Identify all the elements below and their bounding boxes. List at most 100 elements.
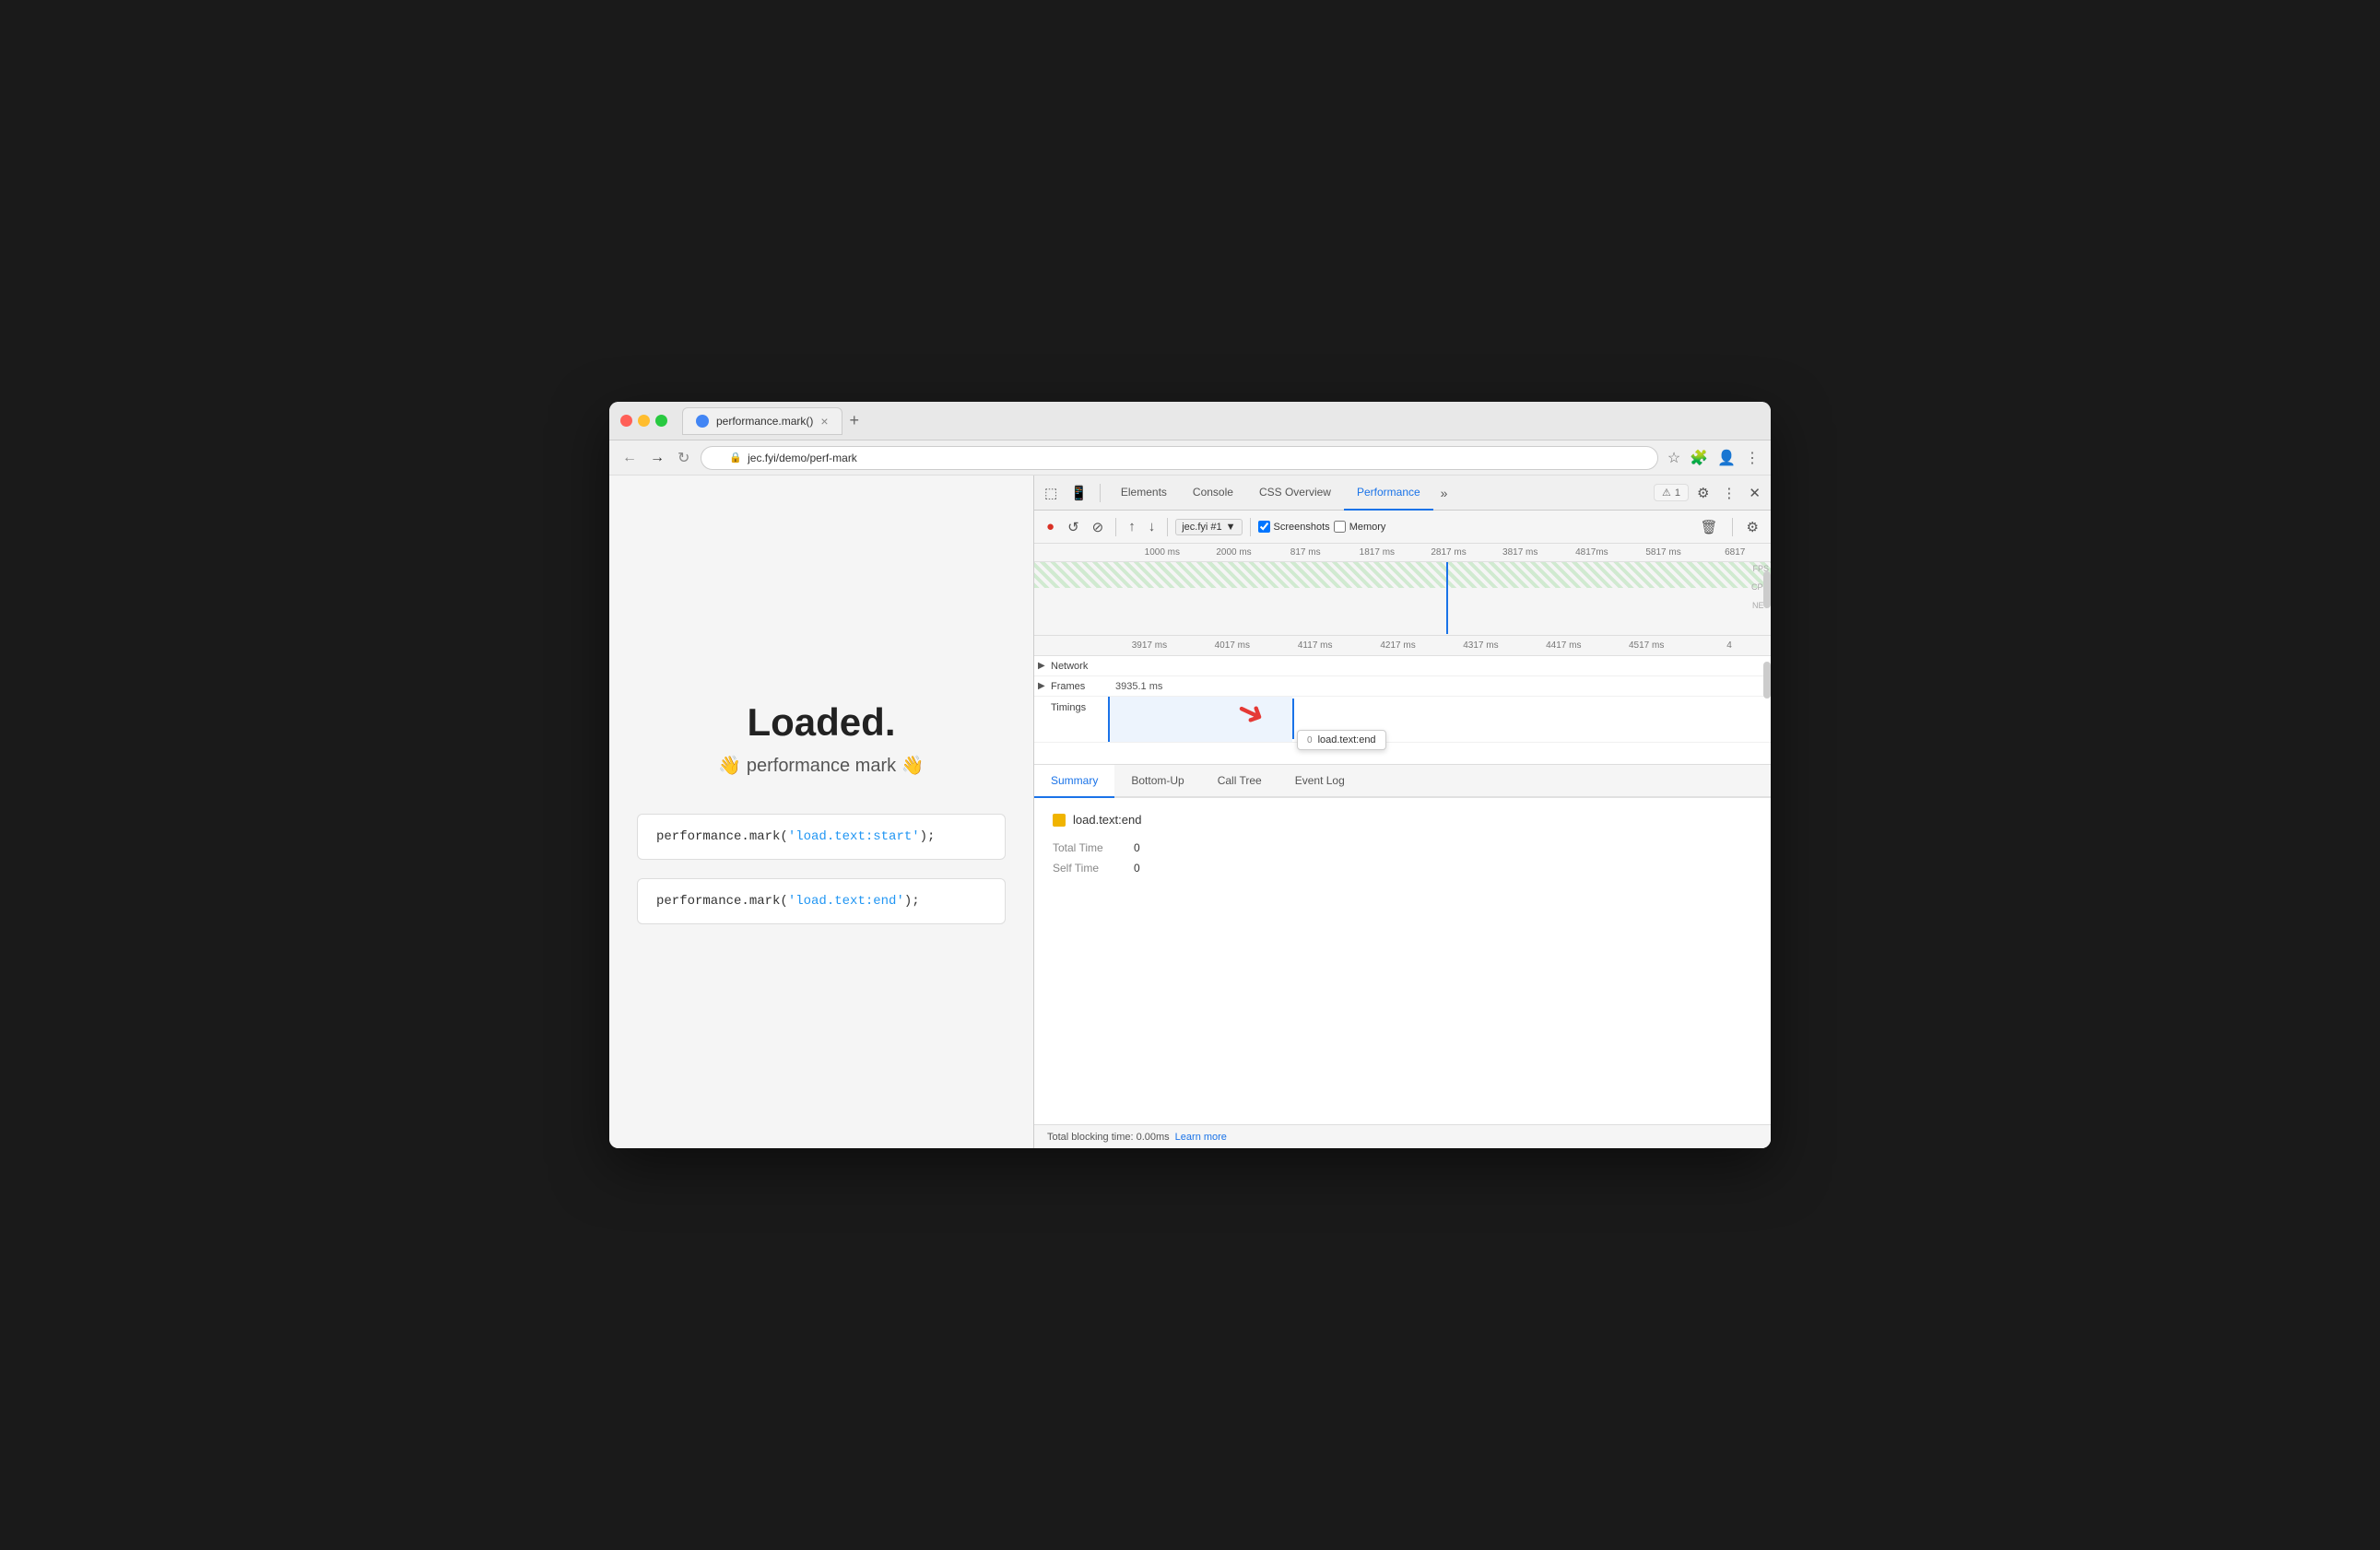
page-heading: Loaded. xyxy=(718,700,924,745)
devtools-topbar: ⬚ 📱 Elements Console CSS Overview Perfor… xyxy=(1034,476,1771,511)
network-expand-icon[interactable]: ▶ xyxy=(1038,661,1045,671)
tab-close-button[interactable]: × xyxy=(820,414,828,429)
toolbar-divider-3 xyxy=(1250,518,1251,536)
devtools-more-button[interactable]: ⋮ xyxy=(1717,481,1740,505)
time-label-6: 4817ms xyxy=(1556,547,1628,558)
timings-track-label: Timings xyxy=(1051,702,1086,713)
zoom-time-labels: 3917 ms 4017 ms 4117 ms 4217 ms 4317 ms … xyxy=(1034,636,1771,656)
profile-icon[interactable]: 👤 xyxy=(1717,449,1736,467)
refresh-button[interactable]: ↻ xyxy=(676,447,691,469)
zoom-scrollbar-thumb[interactable] xyxy=(1763,662,1771,699)
devtools-settings-button[interactable]: ⚙ xyxy=(1692,481,1714,505)
back-button[interactable]: ← xyxy=(620,448,639,468)
blocking-time-text: Total blocking time: 0.00ms xyxy=(1047,1132,1170,1143)
total-time-value: 0 xyxy=(1134,841,1140,854)
self-time-value: 0 xyxy=(1134,862,1140,875)
time-label-1: 2000 ms xyxy=(1198,547,1270,558)
export-button[interactable]: ↓ xyxy=(1144,516,1161,537)
tab-event-log[interactable]: Event Log xyxy=(1278,765,1361,798)
tab-title: performance.mark() xyxy=(716,415,813,428)
summary-content: load.text:end Total Time 0 Self Time 0 xyxy=(1034,798,1771,1124)
tab-summary[interactable]: Summary xyxy=(1034,765,1114,798)
tab-performance[interactable]: Performance xyxy=(1344,476,1433,511)
reload-record-button[interactable]: ↺ xyxy=(1063,516,1084,538)
timeline-zoomed[interactable]: 3917 ms 4017 ms 4117 ms 4217 ms 4317 ms … xyxy=(1034,636,1771,765)
bookmark-icon[interactable]: ☆ xyxy=(1667,449,1680,467)
cpu-graph xyxy=(1034,562,1771,588)
toolbar-divider-2 xyxy=(1167,518,1168,536)
address-bar: ← → ↻ 🔒 jec.fyi/demo/perf-mark ☆ 🧩 👤 ⋮ xyxy=(609,440,1771,476)
toolbar-divider xyxy=(1100,484,1101,502)
zoom-label-6: 4517 ms xyxy=(1605,640,1688,651)
zoom-label-2: 4117 ms xyxy=(1274,640,1357,651)
timings-track-row[interactable]: Timings xyxy=(1034,697,1771,743)
tab-bar: performance.mark() × + xyxy=(682,407,1760,435)
forward-button[interactable]: → xyxy=(648,448,666,468)
frames-expand-icon[interactable]: ▶ xyxy=(1038,681,1045,691)
bottom-panel: Summary Bottom-Up Call Tree Event Log xyxy=(1034,765,1771,1148)
time-label-4: 2817 ms xyxy=(1413,547,1485,558)
toolbar-right: 🗑 ⚙ xyxy=(1696,516,1764,538)
memory-toggle[interactable]: Memory xyxy=(1334,521,1386,533)
tab-elements[interactable]: Elements xyxy=(1108,476,1180,511)
timing-selection xyxy=(1108,697,1292,742)
time-label-2: 817 ms xyxy=(1269,547,1341,558)
timeline-scrollbar-thumb[interactable] xyxy=(1763,571,1771,608)
timeline-overview-labels: 1000 ms 2000 ms 817 ms 1817 ms 2817 ms 3… xyxy=(1034,544,1771,562)
bottom-tabs: Summary Bottom-Up Call Tree Event Log xyxy=(1034,765,1771,798)
more-panels-button[interactable]: » xyxy=(1433,482,1455,504)
performance-settings-button[interactable]: ⚙ xyxy=(1742,516,1763,538)
tooltip-name: load.text:end xyxy=(1318,734,1376,746)
active-tab[interactable]: performance.mark() × xyxy=(682,407,842,435)
dropdown-arrow-icon: ▼ xyxy=(1226,522,1236,533)
url-bar[interactable]: 🔒 jec.fyi/demo/perf-mark xyxy=(701,446,1657,470)
page-subtitle: 👋 performance mark 👋 xyxy=(718,754,924,777)
tab-console[interactable]: Console xyxy=(1180,476,1246,511)
code-block-1: performance.mark('load.text:start'); xyxy=(637,814,1006,860)
new-tab-button[interactable]: + xyxy=(842,411,867,430)
total-time-label: Total Time xyxy=(1053,841,1126,854)
lock-icon: 🔒 xyxy=(729,452,742,464)
warning-icon: ⚠ xyxy=(1662,487,1671,499)
network-track-label: Network xyxy=(1051,661,1088,672)
inspect-element-button[interactable]: ⬚ xyxy=(1040,481,1062,505)
import-button[interactable]: ↑ xyxy=(1124,516,1140,537)
subtitle-text: 👋 performance mark 👋 xyxy=(718,754,924,777)
maximize-window-button[interactable] xyxy=(655,415,667,427)
memory-checkbox[interactable] xyxy=(1334,521,1346,533)
screenshots-toggle[interactable]: Screenshots xyxy=(1258,521,1330,533)
tab-bottom-up[interactable]: Bottom-Up xyxy=(1114,765,1200,798)
tab-favicon xyxy=(696,415,709,428)
traffic-lights xyxy=(620,415,667,427)
device-toolbar-button[interactable]: 📱 xyxy=(1066,481,1092,505)
tab-css-overview[interactable]: CSS Overview xyxy=(1246,476,1344,511)
record-button[interactable]: ● xyxy=(1042,516,1059,537)
time-label-0: 1000 ms xyxy=(1126,547,1198,558)
tab-call-tree[interactable]: Call Tree xyxy=(1201,765,1278,798)
profile-selector[interactable]: jec.fyi #1 ▼ xyxy=(1175,519,1242,535)
learn-more-link[interactable]: Learn more xyxy=(1175,1132,1227,1143)
toolbar-divider-1 xyxy=(1115,518,1116,536)
clear-button[interactable]: ⊘ xyxy=(1088,516,1109,538)
extension-icon[interactable]: 🧩 xyxy=(1690,449,1708,467)
timeline-overview[interactable]: 1000 ms 2000 ms 817 ms 1817 ms 2817 ms 3… xyxy=(1034,544,1771,636)
frames-value: 3935.1 ms xyxy=(1115,681,1162,692)
zoom-label-7: 4 xyxy=(1688,640,1771,651)
browser-toolbar-icons: ☆ 🧩 👤 ⋮ xyxy=(1667,449,1760,467)
frames-track-label: Frames xyxy=(1051,681,1085,692)
toolbar-divider-4 xyxy=(1732,518,1733,536)
trash-button[interactable]: 🗑 xyxy=(1696,516,1723,538)
close-window-button[interactable] xyxy=(620,415,632,427)
warning-badge[interactable]: ⚠ 1 xyxy=(1654,484,1689,501)
time-label-7: 5817 ms xyxy=(1628,547,1700,558)
screenshots-checkbox[interactable] xyxy=(1258,521,1270,533)
performance-toolbar: ● ↺ ⊘ ↑ ↓ jec.fyi #1 ▼ Screenshots xyxy=(1034,511,1771,544)
devtools-close-button[interactable]: ✕ xyxy=(1744,481,1765,505)
time-label-3: 1817 ms xyxy=(1341,547,1413,558)
minimize-window-button[interactable] xyxy=(638,415,650,427)
network-track-row: ▶ Network xyxy=(1034,656,1771,676)
menu-icon[interactable]: ⋮ xyxy=(1745,449,1760,467)
zoom-label-0: 3917 ms xyxy=(1108,640,1191,651)
zoom-label-3: 4217 ms xyxy=(1357,640,1440,651)
zoom-label-4: 4317 ms xyxy=(1440,640,1523,651)
